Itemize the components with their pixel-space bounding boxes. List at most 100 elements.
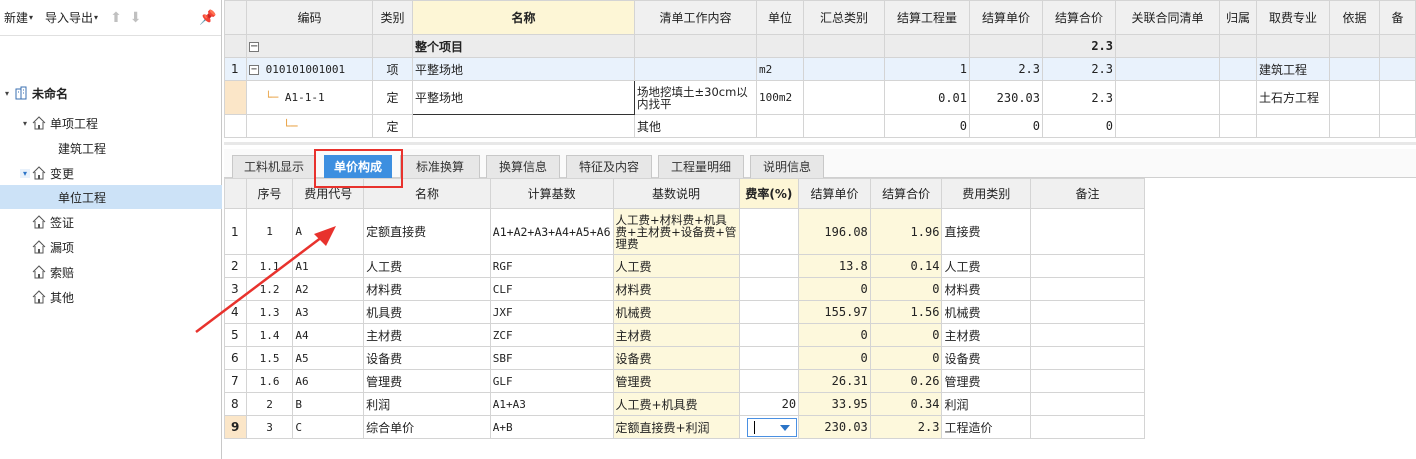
price-cell[interactable]: 155.97	[798, 300, 871, 324]
price-cell[interactable]: 2.3	[969, 57, 1043, 81]
total-cell[interactable]: 0.14	[869, 254, 943, 278]
content-cell[interactable]: 其他	[634, 114, 757, 138]
major-cell[interactable]: 土石方工程	[1256, 80, 1330, 115]
link-cell[interactable]	[1115, 34, 1220, 58]
name-cell[interactable]: 主材费	[363, 323, 491, 347]
extra-cell[interactable]	[1379, 57, 1416, 81]
name-cell[interactable]: 整个项目	[412, 34, 635, 58]
price-cell[interactable]	[969, 34, 1043, 58]
total-cell[interactable]: 2.3	[869, 415, 943, 439]
chevron-down-icon[interactable]	[780, 424, 791, 431]
tree-item-change[interactable]: ▾ 变更	[0, 161, 222, 185]
collapse-icon[interactable]: −	[249, 64, 259, 75]
sum-cell[interactable]	[803, 34, 885, 58]
column-header[interactable]: 关联合同清单	[1115, 0, 1220, 35]
name-cell[interactable]: 人工费	[363, 254, 491, 278]
import-export-menu-button[interactable]: 导入导出 ▾	[45, 9, 98, 26]
column-header[interactable]: 序号	[245, 178, 294, 209]
cat-cell[interactable]: 工程造价	[941, 415, 1031, 439]
basis-cell[interactable]	[1329, 57, 1380, 81]
total-cell[interactable]: 1.56	[869, 300, 943, 324]
column-header[interactable]: 名称	[412, 0, 635, 35]
pin-icon[interactable]: 📌	[199, 10, 216, 26]
tree-root[interactable]: ▾ 未命名	[0, 81, 222, 105]
column-header[interactable]: 结算单价	[969, 0, 1043, 35]
move-down-icon[interactable]: ⬇	[130, 10, 142, 26]
desc-cell[interactable]: 主材费	[612, 323, 740, 347]
link-cell[interactable]	[1115, 114, 1220, 138]
tree-item-other[interactable]: 其他	[0, 285, 222, 309]
price-cell[interactable]: 230.03	[798, 415, 871, 439]
code-cell[interactable]: −	[246, 34, 373, 58]
price-cell[interactable]: 0	[798, 277, 871, 301]
belong-cell[interactable]	[1219, 57, 1257, 81]
column-header[interactable]: 结算工程量	[884, 0, 970, 35]
content-cell[interactable]: 场地挖填土±30cm以内找平	[634, 80, 757, 115]
belong-cell[interactable]	[1219, 114, 1257, 138]
qty-cell[interactable]	[884, 34, 970, 58]
desc-cell[interactable]: 机械费	[612, 300, 740, 324]
base-cell[interactable]: ZCF	[489, 323, 614, 347]
belong-cell[interactable]	[1219, 80, 1257, 115]
base-cell[interactable]: A+B	[489, 415, 614, 439]
total-cell[interactable]: 0	[869, 277, 943, 301]
tab-standard-conversion[interactable]: 标准换算	[400, 155, 480, 178]
basis-cell[interactable]	[1329, 34, 1380, 58]
expand-icon[interactable]: ▾	[20, 168, 30, 178]
name-cell[interactable]: 平整场地	[412, 80, 635, 115]
cat-cell[interactable]: 设备费	[941, 346, 1031, 370]
column-header[interactable]: 基数说明	[612, 178, 740, 209]
column-header[interactable]: 类别	[372, 0, 413, 35]
total-cell[interactable]: 2.3	[1042, 80, 1116, 115]
tab-features[interactable]: 特征及内容	[566, 155, 652, 178]
base-cell[interactable]: JXF	[489, 300, 614, 324]
rate-cell[interactable]	[738, 323, 800, 347]
code-cell[interactable]: B	[292, 392, 365, 416]
column-header[interactable]: 取费专业	[1256, 0, 1330, 35]
expand-icon[interactable]: ▾	[2, 89, 12, 98]
major-cell[interactable]: 建筑工程	[1256, 57, 1330, 81]
column-header[interactable]: 备	[1379, 0, 1416, 35]
cat-cell[interactable]: 人工费	[941, 254, 1031, 278]
type-cell[interactable]: 定	[372, 80, 413, 115]
major-cell[interactable]	[1256, 114, 1330, 138]
tab-conversion-info[interactable]: 换算信息	[486, 155, 560, 178]
note-cell[interactable]	[1029, 300, 1146, 324]
column-header[interactable]: 清单工作内容	[634, 0, 757, 35]
price-cell[interactable]: 196.08	[798, 208, 871, 255]
table-row[interactable]: 4 1.3 A3 机具费 JXF 机械费 155.97 1.56 机械费	[224, 300, 1146, 324]
desc-cell[interactable]: 人工费+材料费+机具费+主材费+设备费+管理费	[612, 208, 740, 255]
qty-cell[interactable]: 0	[884, 114, 970, 138]
base-cell[interactable]: RGF	[489, 254, 614, 278]
total-cell[interactable]: 2.3	[1042, 57, 1116, 81]
column-header[interactable]: 备注	[1029, 178, 1146, 209]
seq-cell[interactable]: 2	[245, 392, 294, 416]
collapse-icon[interactable]: −	[249, 41, 259, 52]
basis-cell[interactable]	[1329, 114, 1380, 138]
name-cell[interactable]	[412, 114, 635, 138]
desc-cell[interactable]: 管理费	[612, 369, 740, 393]
sum-cell[interactable]	[803, 80, 885, 115]
name-cell[interactable]: 机具费	[363, 300, 491, 324]
move-up-icon[interactable]: ⬆	[110, 10, 122, 26]
code-cell[interactable]: − 010101001001	[246, 57, 373, 81]
note-cell[interactable]	[1029, 392, 1146, 416]
rate-cell[interactable]	[738, 300, 800, 324]
table-row[interactable]: 2 1.1 A1 人工费 RGF 人工费 13.8 0.14 人工费	[224, 254, 1146, 278]
name-cell[interactable]: 设备费	[363, 346, 491, 370]
note-cell[interactable]	[1029, 369, 1146, 393]
desc-cell[interactable]: 设备费	[612, 346, 740, 370]
code-cell[interactable]: └─	[246, 114, 373, 138]
cat-cell[interactable]: 主材费	[941, 323, 1031, 347]
cat-cell[interactable]: 机械费	[941, 300, 1031, 324]
unit-cell[interactable]	[756, 34, 804, 58]
extra-cell[interactable]	[1379, 80, 1416, 115]
total-cell[interactable]: 1.96	[869, 208, 943, 255]
content-cell[interactable]	[634, 34, 757, 58]
column-header[interactable]: 依据	[1329, 0, 1380, 35]
code-cell[interactable]: C	[292, 415, 365, 439]
qty-cell[interactable]: 0.01	[884, 80, 970, 115]
price-cell[interactable]: 0	[798, 346, 871, 370]
price-cell[interactable]: 0	[969, 114, 1043, 138]
seq-cell[interactable]: 1.6	[245, 369, 294, 393]
